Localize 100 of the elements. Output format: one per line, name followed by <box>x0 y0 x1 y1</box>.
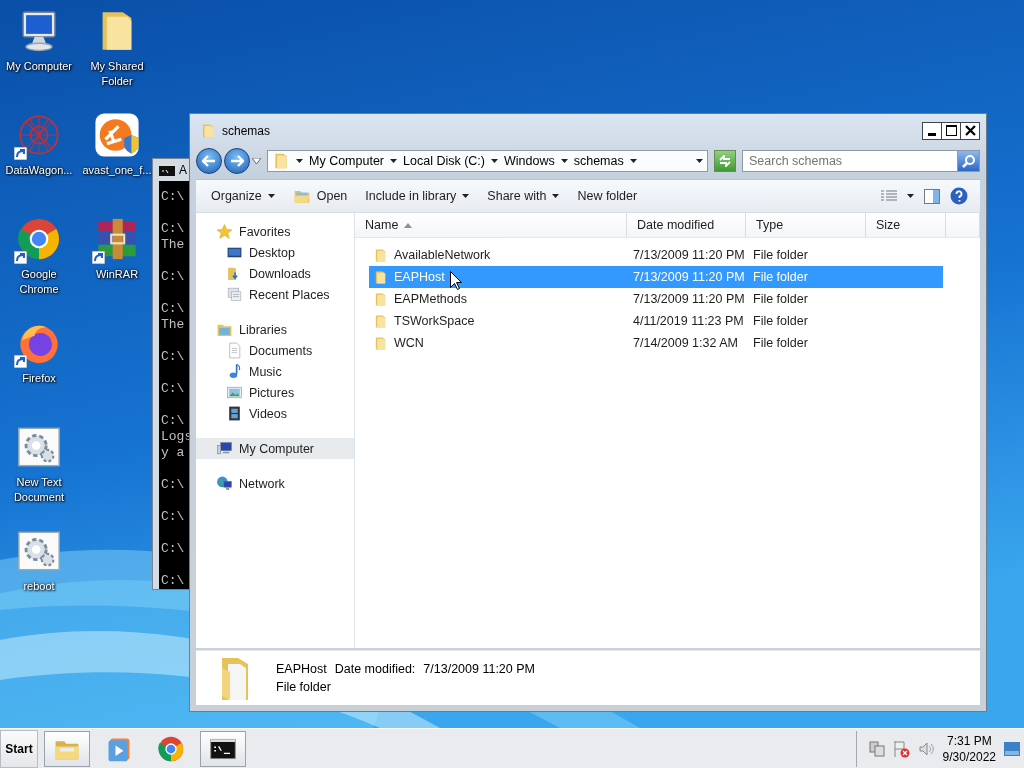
file-row[interactable]: EAPMethods 7/13/2009 11:20 PM File folder <box>369 288 943 310</box>
file-name: EAPMethods <box>394 292 467 306</box>
caret-icon <box>491 159 498 163</box>
shortcut-arrow-icon <box>14 251 27 264</box>
shortcut-arrow-icon <box>14 147 27 160</box>
back-arrow-icon <box>202 155 216 167</box>
date-cell-text: 7/13/2009 11:20 PM <box>632 270 746 284</box>
folder-icon <box>373 313 388 329</box>
window-title: A <box>179 163 187 177</box>
breadcrumb-item[interactable]: Local Disk (C:) <box>403 154 485 168</box>
document-icon <box>226 342 243 359</box>
help-button[interactable] <box>950 187 968 205</box>
icon-label[interactable]: Firefox <box>1 371 77 386</box>
search-icon <box>961 154 976 168</box>
file-row[interactable]: AvailableNetwork 7/13/2009 11:20 PM File folder <box>369 244 943 266</box>
date-cell-text: 7/13/2009 11:20 PM <box>632 248 746 262</box>
console-line: C:\ <box>161 301 185 317</box>
search-box[interactable]: Search schemas <box>742 150 980 172</box>
help-icon <box>950 187 968 205</box>
folder-icon <box>272 152 290 170</box>
minimize-button[interactable] <box>922 121 942 140</box>
console-icon <box>159 164 175 176</box>
refresh-arrows-icon <box>718 155 732 167</box>
maximize-icon <box>945 125 957 136</box>
type-cell-text: File folder <box>752 292 809 306</box>
console-line: C:\ <box>161 189 185 205</box>
dropdown-caret-icon <box>696 159 703 163</box>
detail-label: Date modified: <box>334 662 416 676</box>
console-line: The <box>161 317 185 333</box>
type-cell-text: File folder <box>752 270 809 284</box>
date-cell-text: 7/14/2009 1:32 AM <box>632 336 739 350</box>
toolbar-button[interactable]: Organize <box>204 185 282 207</box>
maximize-button[interactable] <box>941 121 961 140</box>
icon-label[interactable]: My Computer <box>1 59 77 74</box>
recent-places-icon <box>226 286 243 303</box>
back-button[interactable] <box>196 148 222 174</box>
address-bar[interactable]: My Computer Local Disk (C:) Windows schemas <box>267 150 708 172</box>
toolbar-button[interactable]: Open <box>285 183 355 209</box>
toolbar-button[interactable]: Share with <box>480 185 567 207</box>
folder-icon <box>373 269 388 285</box>
column-header[interactable]: Name <box>355 213 627 237</box>
start-button[interactable]: Start <box>0 729 38 768</box>
breadcrumb-item[interactable]: Windows <box>504 154 555 168</box>
file-row[interactable]: TSWorkSpace 4/11/2019 11:23 PM File folder <box>369 310 943 332</box>
icon-label[interactable]: New Text Document <box>1 475 77 505</box>
clock-date[interactable]: 9/30/2022 <box>942 748 996 765</box>
forward-button[interactable] <box>224 148 250 174</box>
clock-time[interactable]: 7:31 PM <box>946 732 992 749</box>
folder-icon <box>373 335 388 351</box>
search-button[interactable] <box>957 151 979 171</box>
taskbar-button[interactable] <box>200 730 246 767</box>
icon-label[interactable]: My Shared Folder <box>79 59 155 89</box>
icon-label[interactable]: Google Chrome <box>1 267 77 297</box>
caret-icon <box>390 159 398 163</box>
computer-icon <box>216 440 233 457</box>
column-header[interactable]: Date modified <box>627 213 746 237</box>
nav-item[interactable]: My Computer <box>196 438 354 459</box>
nav-item[interactable]: Desktop <box>196 242 354 263</box>
type-cell-text: File folder <box>752 314 809 328</box>
console-line: C:\ <box>161 413 185 429</box>
details-view-icon <box>881 190 897 202</box>
console-line: C:\ <box>161 509 185 525</box>
nav-item[interactable]: Libraries <box>196 319 354 340</box>
flag-alert-icon <box>892 739 911 758</box>
shortcut-arrow-icon <box>92 251 105 264</box>
console-line: C:\ <box>161 573 185 589</box>
nav-item[interactable]: Network <box>196 473 354 494</box>
caret-icon <box>629 159 637 163</box>
folder-icon <box>373 291 388 307</box>
nav-item[interactable]: Favorites <box>196 221 354 242</box>
refresh-button[interactable] <box>714 150 736 172</box>
column-header[interactable]: Size <box>866 213 946 237</box>
console-line: The <box>161 237 185 253</box>
preview-pane-button[interactable] <box>924 188 940 204</box>
show-desktop-icon[interactable] <box>1004 741 1020 756</box>
nav-item[interactable]: Recent Places <box>196 284 354 305</box>
icon-label[interactable]: WinRAR <box>79 267 155 282</box>
file-row[interactable]: WCN 7/14/2009 1:32 AM File folder <box>369 332 943 354</box>
toolbar-button[interactable]: Include in library <box>358 185 477 207</box>
detail-name: EAPHost <box>276 662 327 676</box>
nav-item[interactable]: Downloads <box>196 263 354 284</box>
breadcrumb-item[interactable]: My Computer <box>309 154 385 168</box>
toolbar-button[interactable]: New folder <box>570 185 645 207</box>
column-header[interactable]: Type <box>746 213 866 237</box>
nav-item[interactable]: Pictures <box>196 382 354 403</box>
window-title: schemas <box>222 123 271 138</box>
nav-item[interactable]: Music <box>196 361 354 382</box>
folder-icon <box>200 122 216 139</box>
icon-label[interactable]: avast_one_f... <box>79 163 155 178</box>
star-icon <box>216 223 233 240</box>
close-button[interactable] <box>960 121 980 140</box>
nav-item[interactable]: Videos <box>196 403 354 424</box>
sort-arrow-icon <box>404 222 413 228</box>
breadcrumb-item[interactable]: schemas <box>573 154 624 168</box>
folder-icon <box>373 247 388 263</box>
console-line: y a <box>161 445 185 461</box>
caret-icon <box>267 194 275 198</box>
nav-item[interactable]: Documents <box>196 340 354 361</box>
file-name: TSWorkSpace <box>394 314 475 328</box>
icon-label[interactable]: DataWagon... <box>1 163 77 178</box>
